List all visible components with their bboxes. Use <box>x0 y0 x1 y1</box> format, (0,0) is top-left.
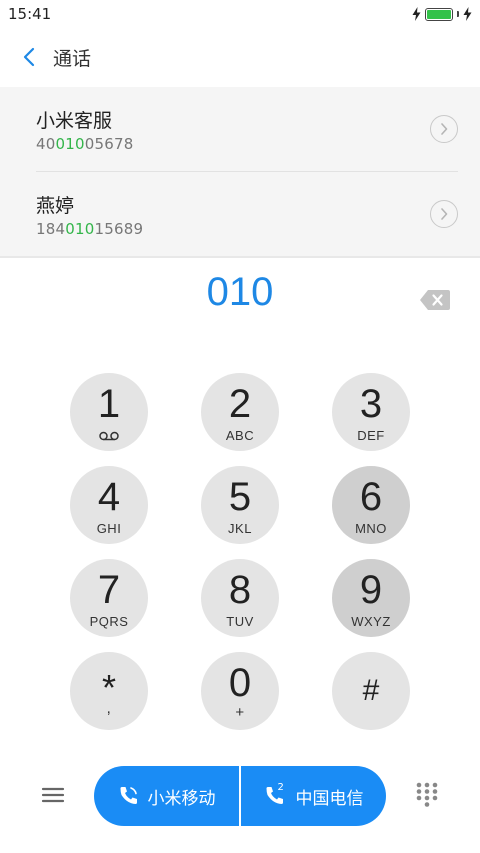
lightning-icon <box>463 7 472 21</box>
chevron-right-icon <box>441 123 448 135</box>
back-button[interactable] <box>14 40 44 74</box>
divider <box>0 256 480 258</box>
contact-name: 燕婷 <box>36 195 75 217</box>
key-5[interactable]: 5 JKL <box>201 466 279 544</box>
header: 通话 <box>0 28 480 86</box>
call-sim1-button[interactable]: 小米移动 <box>94 766 239 826</box>
key-4[interactable]: 4 GHI <box>70 466 148 544</box>
key-pound[interactable]: # <box>332 652 410 730</box>
backspace-button[interactable] <box>419 289 451 311</box>
dialpad-toggle-button[interactable] <box>414 780 440 810</box>
key-0[interactable]: 0 + <box>201 652 279 730</box>
battery-tip <box>457 11 459 17</box>
chevron-right-icon <box>441 208 448 220</box>
number-match-highlight: 010 <box>65 220 95 238</box>
sim2-index: 2 <box>277 782 284 793</box>
number-match-highlight: 010 <box>55 135 85 153</box>
chevron-left-icon <box>23 47 35 67</box>
lightning-icon <box>412 7 421 21</box>
call-sim1-label: 小米移动 <box>147 788 216 809</box>
key-6[interactable]: 6 MNO <box>332 466 410 544</box>
key-9[interactable]: 9 WXYZ <box>332 559 410 637</box>
contact-detail-button[interactable] <box>430 200 458 228</box>
contact-suggestion-row[interactable]: 小米客服 4001005678 <box>36 87 458 172</box>
dialed-number: 010 <box>206 270 274 314</box>
phone-sim2-icon: 2 <box>264 782 288 807</box>
contact-detail-button[interactable] <box>430 115 458 143</box>
contact-suggestions: 小米客服 4001005678 燕婷 18401015689 <box>0 87 480 257</box>
contact-number: 4001005678 <box>36 135 134 153</box>
call-sim2-button[interactable]: 2 中国电信 <box>241 766 386 826</box>
page-title: 通话 <box>53 48 92 70</box>
dialpad-icon <box>416 782 438 807</box>
key-1[interactable]: 1 <box>70 373 148 451</box>
key-3[interactable]: 3 DEF <box>332 373 410 451</box>
status-bar: 15:41 <box>0 0 480 28</box>
voicemail-icon <box>99 431 119 441</box>
key-7[interactable]: 7 PQRS <box>70 559 148 637</box>
contact-number: 18401015689 <box>36 220 144 238</box>
bottom-bar: 小米移动 2 中国电信 <box>0 766 480 826</box>
dial-display: 010 <box>0 270 480 334</box>
menu-button[interactable] <box>38 780 68 810</box>
key-star[interactable]: * , <box>70 652 148 730</box>
battery-icon <box>425 7 453 21</box>
phone-icon <box>120 787 137 804</box>
call-button-group: 小米移动 2 中国电信 <box>94 766 386 826</box>
contact-name: 小米客服 <box>36 110 113 132</box>
status-icons <box>412 6 472 22</box>
backspace-icon <box>420 290 450 310</box>
key-2[interactable]: 2 ABC <box>201 373 279 451</box>
menu-icon <box>41 787 65 803</box>
contact-suggestion-row[interactable]: 燕婷 18401015689 <box>36 172 458 256</box>
status-time: 15:41 <box>8 5 52 23</box>
call-sim2-label: 中国电信 <box>295 788 364 809</box>
key-8[interactable]: 8 TUV <box>201 559 279 637</box>
